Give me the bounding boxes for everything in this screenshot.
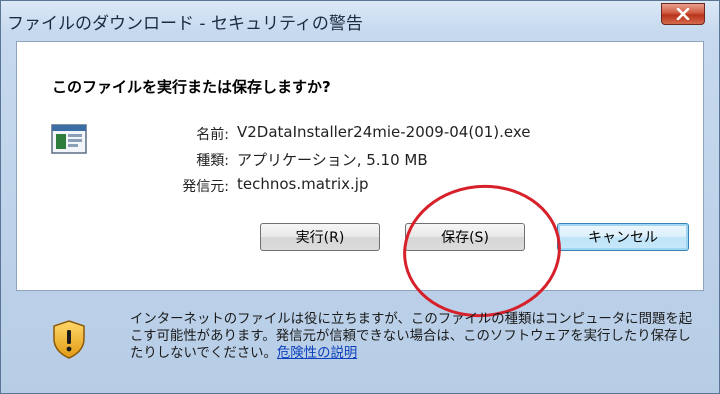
name-label: 名前:	[196, 127, 229, 143]
download-dialog-window: ファイルのダウンロード - セキュリティの警告 このファイルを実行または保存しま…	[0, 0, 720, 394]
warning-text: インターネットのファイルは役に立ちますが、このファイルの種類はコンピュータに問題…	[130, 312, 693, 361]
cancel-button-label: キャンセル	[588, 230, 658, 246]
shield-warning-icon	[51, 319, 87, 359]
risk-explanation-link[interactable]: 危険性の説明	[277, 346, 357, 361]
title-bar[interactable]: ファイルのダウンロード - セキュリティの警告	[1, 1, 719, 39]
cancel-button[interactable]: キャンセル	[557, 223, 689, 251]
file-type-value: アプリケーション, 5.10 MB	[237, 151, 428, 169]
dialog-content-panel: このファイルを実行または保存しますか? 名前: V2DataInstaller2…	[16, 41, 704, 325]
type-label: 種類:	[196, 153, 229, 169]
run-button[interactable]: 実行(R)	[260, 223, 380, 251]
window-title: ファイルのダウンロード - セキュリティの警告	[7, 14, 363, 34]
warning-message: インターネットのファイルは役に立ちますが、このファイルの種類はコンピュータに問題…	[130, 311, 700, 362]
application-icon	[51, 123, 91, 159]
publisher-label: 発信元:	[182, 179, 229, 195]
file-name-value: V2DataInstaller24mie-2009-04(01).exe	[237, 123, 531, 141]
publisher-value: technos.matrix.jp	[237, 175, 369, 193]
close-button[interactable]	[661, 3, 705, 25]
dialog-heading: このファイルを実行または保存しますか?	[52, 78, 331, 96]
run-button-label: 実行(R)	[295, 230, 345, 246]
security-warning-area: インターネットのファイルは役に立ちますが、このファイルの種類はコンピュータに問題…	[16, 291, 704, 386]
close-icon	[676, 5, 690, 24]
